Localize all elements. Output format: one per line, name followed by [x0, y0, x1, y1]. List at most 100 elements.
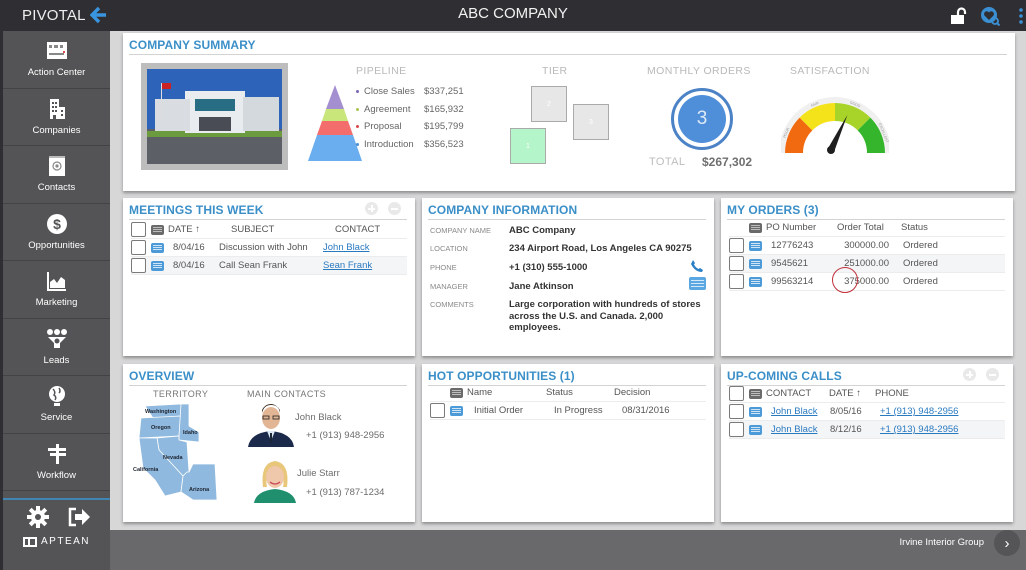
- sidebar-item-marketing[interactable]: Marketing: [3, 261, 110, 319]
- table-row[interactable]: John Black 8/05/16 +1 (913) 948-2956: [729, 403, 1005, 421]
- total-value: $267,302: [702, 155, 753, 169]
- stage-value: $165,932: [424, 103, 464, 115]
- contact-link[interactable]: John Black: [323, 242, 369, 253]
- column-header-contact[interactable]: CONTACT: [335, 224, 380, 235]
- record-icon[interactable]: [749, 276, 762, 287]
- add-call-icon[interactable]: [963, 368, 976, 381]
- column-header-po[interactable]: PO Number: [766, 222, 837, 233]
- row-checkbox[interactable]: [430, 403, 445, 418]
- group-name[interactable]: Irvine Interior Group: [900, 537, 984, 548]
- column-header-subject[interactable]: SUBJECT: [231, 224, 335, 235]
- next-chevron-button[interactable]: ›: [994, 530, 1020, 556]
- sidebar-item-workflow[interactable]: Workflow: [3, 434, 110, 491]
- row-checkbox[interactable]: [729, 404, 744, 419]
- avatar-john-black[interactable]: [246, 401, 296, 447]
- avatar-julie-starr[interactable]: [250, 457, 300, 503]
- column-header-decision[interactable]: Decision: [614, 387, 650, 398]
- logout-icon[interactable]: [67, 506, 91, 528]
- column-header-status[interactable]: Status: [546, 387, 614, 398]
- info-manager: MANAGER Jane Atkinson: [430, 281, 705, 293]
- column-header-date[interactable]: DATE ↑: [829, 388, 875, 399]
- kebab-menu-icon[interactable]: [1018, 7, 1024, 25]
- table-row[interactable]: Initial Order In Progress 08/31/2016: [430, 402, 706, 420]
- sidebar-item-opportunities[interactable]: $ Opportunities: [3, 204, 110, 261]
- calendar-icon: [749, 388, 762, 399]
- unlock-icon[interactable]: [949, 7, 967, 25]
- panel-title: MEETINGS THIS WEEK: [129, 203, 264, 217]
- select-all-checkbox[interactable]: [729, 386, 744, 401]
- meetings-table: DATE ↑ SUBJECT CONTACT 8/04/16 Discussio…: [131, 221, 407, 275]
- opportunities-table: Name Status Decision Initial Order In Pr…: [430, 384, 706, 420]
- record-icon[interactable]: [151, 242, 164, 253]
- table-row[interactable]: 12776243 300000.00 Ordered: [729, 237, 1005, 255]
- table-row[interactable]: 99563214 375000.00 Ordered: [729, 273, 1005, 291]
- legend-dot: [356, 90, 359, 94]
- cell-po: 9545621: [771, 258, 808, 269]
- remove-call-icon[interactable]: [986, 368, 999, 381]
- record-icon[interactable]: [749, 424, 762, 435]
- leads-icon: [46, 328, 67, 348]
- column-header-name[interactable]: Name: [467, 387, 546, 398]
- row-checkbox[interactable]: [131, 258, 146, 273]
- column-header-total[interactable]: Order Total: [837, 222, 901, 233]
- record-icon[interactable]: [749, 240, 762, 251]
- pipeline-stage: Proposal $195,799: [356, 118, 464, 136]
- column-header-contact[interactable]: CONTACT: [766, 388, 829, 399]
- divider: [129, 219, 407, 220]
- contact-link[interactable]: Sean Frank: [323, 260, 372, 271]
- cell-total: 251000.00: [844, 258, 889, 269]
- column-header-status[interactable]: Status: [901, 222, 928, 233]
- panel-title: COMPANY SUMMARY: [129, 38, 256, 52]
- row-checkbox[interactable]: [729, 256, 744, 271]
- pipeline-stage: Close Sales $337,251: [356, 83, 464, 101]
- contact-card-icon[interactable]: [689, 277, 706, 290]
- row-checkbox[interactable]: [729, 274, 744, 289]
- contact-name[interactable]: Julie Starr: [297, 468, 340, 479]
- contact-name[interactable]: John Black: [295, 412, 341, 423]
- contact-phone[interactable]: +1 (913) 948-2956: [306, 430, 384, 441]
- column-header-phone[interactable]: PHONE: [875, 388, 909, 399]
- phone-link[interactable]: +1 (913) 948-2956: [880, 424, 958, 435]
- gauge-hub: [827, 146, 835, 154]
- contact-link[interactable]: John Black: [771, 406, 821, 417]
- column-header-date[interactable]: DATE ↑: [168, 224, 231, 235]
- cell-status: Ordered: [903, 258, 938, 269]
- state-label: Arizona: [189, 487, 210, 493]
- record-icon[interactable]: [749, 406, 762, 417]
- phone-link[interactable]: +1 (913) 948-2956: [880, 406, 958, 417]
- add-meeting-icon[interactable]: [365, 202, 378, 215]
- table-row[interactable]: John Black 8/12/16 +1 (913) 948-2956: [729, 421, 1005, 439]
- globe-icon: [48, 386, 65, 407]
- search-heart-icon[interactable]: [980, 6, 1000, 26]
- legend-dot: [356, 107, 359, 111]
- table-row[interactable]: 8/04/16 Call Sean Frank Sean Frank: [131, 257, 407, 275]
- table-row[interactable]: 9545621 251000.00 Ordered: [729, 255, 1005, 273]
- cursor-highlight-circle: [832, 267, 858, 293]
- table-row[interactable]: 8/04/16 Discussion with John John Black: [131, 239, 407, 257]
- sidebar-item-companies[interactable]: Companies: [3, 89, 110, 146]
- contact-link[interactable]: John Black: [771, 424, 821, 435]
- cell-decision: 08/31/2016: [622, 405, 670, 416]
- contact-phone[interactable]: +1 (913) 787-1234: [306, 487, 384, 498]
- record-icon[interactable]: [450, 405, 463, 416]
- sidebar-item-contacts[interactable]: Contacts: [3, 146, 110, 204]
- hot-opportunities-panel: HOT OPPORTUNITIES (1) Name Status Decisi…: [422, 364, 714, 522]
- row-checkbox[interactable]: [729, 238, 744, 253]
- table-header: PO Number Order Total Status: [729, 219, 1005, 237]
- record-icon[interactable]: [151, 260, 164, 271]
- table-header: Name Status Decision: [430, 384, 706, 402]
- sidebar-item-action-center[interactable]: Action Center: [3, 31, 110, 89]
- row-checkbox[interactable]: [131, 240, 146, 255]
- gear-icon[interactable]: [27, 506, 49, 528]
- record-icon[interactable]: [749, 258, 762, 269]
- chart-icon: [46, 272, 66, 292]
- cell-total: 300000.00: [844, 240, 889, 251]
- select-all-checkbox[interactable]: [131, 222, 146, 237]
- sidebar-item-leads[interactable]: Leads: [3, 319, 110, 376]
- row-checkbox[interactable]: [729, 422, 744, 437]
- info-phone: PHONE +1 (310) 555-1000: [430, 262, 705, 274]
- remove-meeting-icon[interactable]: [388, 202, 401, 215]
- phone-icon[interactable]: [690, 259, 704, 273]
- sidebar-item-service[interactable]: Service: [3, 376, 110, 434]
- calendar-icon: [749, 222, 762, 233]
